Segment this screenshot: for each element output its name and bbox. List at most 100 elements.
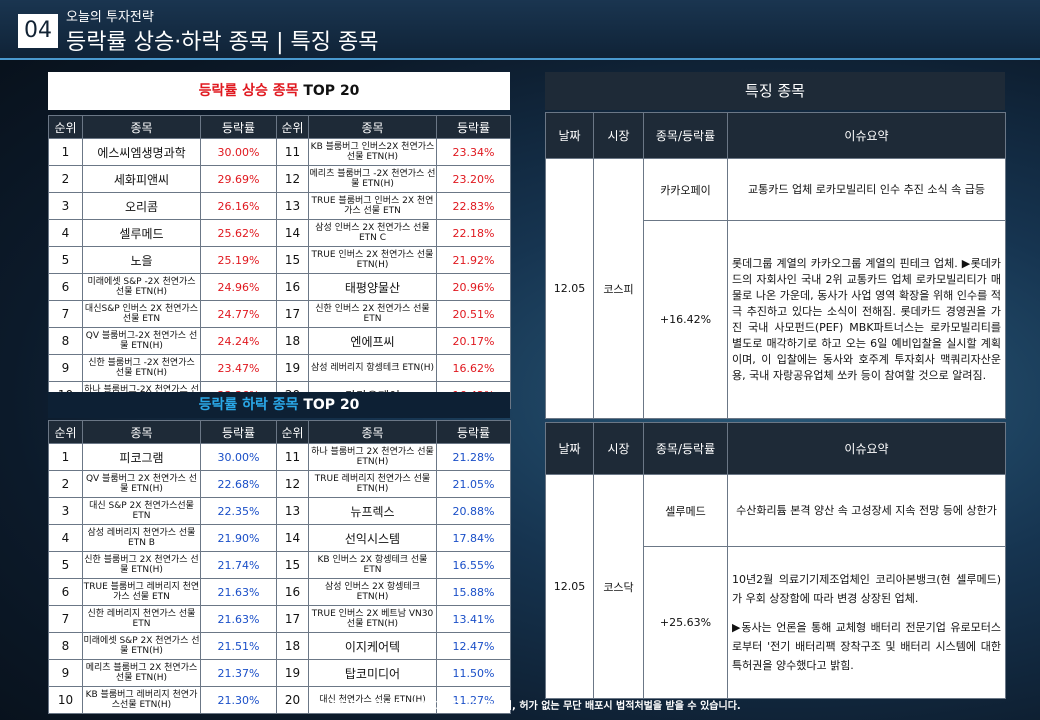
cell-stock: 삼성 인버스 2X 천연가스 선물 ETN C bbox=[308, 219, 437, 247]
cell-rate: 23.34% bbox=[436, 138, 511, 166]
table-row: 1 피코그램 30.00% 11 하나 블룸버그 2X 천연가스 선물 ETN(H) 21… bbox=[48, 443, 511, 471]
table-header-row: 순위 종목 등락률 순위 종목 등락률 bbox=[48, 420, 511, 444]
cell-rank: 14 bbox=[276, 524, 309, 552]
cell-rank: 18 bbox=[276, 327, 309, 355]
cell-rank: 8 bbox=[48, 632, 83, 660]
cell-rank: 2 bbox=[48, 470, 83, 498]
table-row: 2 QV 블룸버그 2X 천연가스 선물 ETN(H) 22.68% 12 TRUE 레… bbox=[48, 470, 511, 498]
cell-rate: 21.37% bbox=[200, 659, 277, 687]
col-stock: 종목/등락률 bbox=[643, 112, 728, 159]
table-row: 4 셀루메드 25.62% 14 삼성 인버스 2X 천연가스 선물 ETN C 22.1… bbox=[48, 219, 511, 247]
rise-title-main: 등락률 상승 종목 bbox=[198, 83, 299, 99]
rise-table-title: 등락률 상승 종목 TOP 20 bbox=[48, 72, 510, 110]
cell-stock: TRUE 블룸버그 레버리지 천연가스 선물 ETN bbox=[82, 578, 201, 606]
cell-rank: 15 bbox=[276, 246, 309, 274]
cell-rate: 21.74% bbox=[200, 551, 277, 579]
page-subtitle: 오늘의 투자전략 bbox=[66, 10, 154, 25]
kosdaq-stock-name: 셀루메드 bbox=[643, 474, 728, 547]
cell-stock: 신한 레버리지 천연가스 선물 ETN bbox=[82, 605, 201, 633]
cell-stock: 탑코미디어 bbox=[308, 659, 437, 687]
cell-stock: QV 블룸버그 2X 천연가스 선물 ETN(H) bbox=[82, 470, 201, 498]
kosdaq-detail-1: 10년2월 의료기기제조업체인 코리아본뱅크(현 셀루메드)가 우회 상장함에 … bbox=[732, 573, 1001, 605]
fall-title-tail: TOP 20 bbox=[298, 397, 360, 413]
table-row: 6 TRUE 블룸버그 레버리지 천연가스 선물 ETN 21.63% 16 삼성 인버… bbox=[48, 578, 511, 606]
cell-rank: 4 bbox=[48, 524, 83, 552]
cell-stock: 하나 블룸버그 2X 천연가스 선물 ETN(H) bbox=[308, 443, 437, 471]
table-row: 3 대신 S&P 2X 천연가스선물 ETN 22.35% 13 뉴프렉스 20.88% bbox=[48, 497, 511, 525]
cell-rate: 21.63% bbox=[200, 605, 277, 633]
cell-stock: 에스씨엠생명과학 bbox=[82, 138, 201, 166]
kospi-feature-table: 날짜 시장 종목/등락률 이슈요약 12.05 코스피 카카오페이 교통카드 업체 로… bbox=[545, 112, 1006, 419]
cell-rank: 1 bbox=[48, 443, 83, 471]
cell-rank: 16 bbox=[276, 273, 309, 301]
cell-stock: 세화피앤씨 bbox=[82, 165, 201, 193]
cell-rate: 24.77% bbox=[200, 300, 277, 328]
cell-stock: 대신 S&P 2X 천연가스선물 ETN bbox=[82, 497, 201, 525]
table-row: 5 노을 25.19% 15 TRUE 인버스 2X 천연가스 선물 ETN(H) 21.… bbox=[48, 246, 511, 274]
kospi-rate: +16.42% bbox=[643, 220, 728, 419]
cell-stock: 피코그램 bbox=[82, 443, 201, 471]
kosdaq-detail-2: ▶동사는 언론을 통해 교체형 배터리 전문기업 유로모터스로부터 '전기 배터… bbox=[732, 621, 1001, 672]
cell-rate: 24.24% bbox=[200, 327, 277, 355]
cell-rate: 15.88% bbox=[436, 578, 511, 606]
cell-stock: 메리츠 블룸버그 2X 천연가스 선물 ETN(H) bbox=[82, 659, 201, 687]
col-header: 종목 bbox=[308, 115, 437, 139]
kosdaq-market: 코스닥 bbox=[593, 474, 644, 699]
col-summary: 이슈요약 bbox=[727, 422, 1006, 475]
col-header: 등락률 bbox=[436, 420, 511, 444]
col-date: 날짜 bbox=[545, 422, 594, 475]
table-header-row: 순위 종목 등락률 순위 종목 등락률 bbox=[48, 115, 511, 139]
kosdaq-date: 12.05 bbox=[545, 474, 594, 699]
table-row: 6 미래에셋 S&P -2X 천연가스 선물 ETN(H) 24.96% 16 태평양물… bbox=[48, 273, 511, 301]
col-date: 날짜 bbox=[545, 112, 594, 159]
cell-rank: 2 bbox=[48, 165, 83, 193]
cell-rate: 17.84% bbox=[436, 524, 511, 552]
table-row: 2 세화피앤씨 29.69% 12 메리츠 블룸버그 -2X 천연가스 선물 ETN(H… bbox=[48, 165, 511, 193]
col-stock: 종목/등락률 bbox=[643, 422, 728, 475]
cell-stock: 삼성 레버리지 천연가스 선물 ETN B bbox=[82, 524, 201, 552]
kospi-market: 코스피 bbox=[593, 158, 644, 419]
cell-rank: 8 bbox=[48, 327, 83, 355]
header-bar: 04 오늘의 투자전략 등락률 상승·하락 종목 | 특징 종목 bbox=[0, 0, 1040, 60]
table-row: 7 대신S&P 인버스 2X 천연가스 선물 ETN 24.77% 17 신한 인버스 … bbox=[48, 300, 511, 328]
cell-rank: 7 bbox=[48, 300, 83, 328]
kospi-detail: 롯데그룹 계열의 카카오그룹 계열의 핀테크 업체. ▶롯데카드의 자회사인 국… bbox=[727, 220, 1006, 419]
table-row: 8 미래에셋 S&P 2X 천연가스 선물 ETN(H) 21.51% 18 이지케어텍… bbox=[48, 632, 511, 660]
cell-rank: 11 bbox=[276, 138, 309, 166]
cell-stock: 선익시스템 bbox=[308, 524, 437, 552]
cell-rate: 22.83% bbox=[436, 192, 511, 220]
kosdaq-summary: 수산화리튬 본격 양산 속 고성장세 지속 전망 등에 상한가 bbox=[727, 474, 1006, 547]
kospi-stock-name: 카카오페이 bbox=[643, 158, 728, 221]
kosdaq-detail: 10년2월 의료기기제조업체인 코리아본뱅크(현 셀루메드)가 우회 상장함에 … bbox=[727, 546, 1006, 699]
cell-stock: TRUE 인버스 2X 천연가스 선물 ETN(H) bbox=[308, 246, 437, 274]
col-summary: 이슈요약 bbox=[727, 112, 1006, 159]
kospi-date: 12.05 bbox=[545, 158, 594, 419]
table-row: 7 신한 레버리지 천연가스 선물 ETN 21.63% 17 TRUE 인버스 2X … bbox=[48, 605, 511, 633]
cell-rate: 13.41% bbox=[436, 605, 511, 633]
cell-rate: 23.20% bbox=[436, 165, 511, 193]
cell-stock: 오리콤 bbox=[82, 192, 201, 220]
cell-stock: 신한 인버스 2X 천연가스 선물 ETN bbox=[308, 300, 437, 328]
cell-stock: TRUE 레버리지 천연가스 선물 ETN(H) bbox=[308, 470, 437, 498]
cell-rank: 12 bbox=[276, 165, 309, 193]
cell-rank: 13 bbox=[276, 192, 309, 220]
cell-rate: 20.96% bbox=[436, 273, 511, 301]
table-row: 3 오리콤 26.16% 13 TRUE 블룸버그 인버스 2X 천연가스 선물 ETN… bbox=[48, 192, 511, 220]
col-header: 등락률 bbox=[200, 420, 277, 444]
cell-rank: 7 bbox=[48, 605, 83, 633]
kosdaq-feature-table: 날짜 시장 종목/등락률 이슈요약 12.05 코스닥 셀루메드 수산화리튬 본격 양… bbox=[545, 422, 1006, 699]
cell-rate: 29.69% bbox=[200, 165, 277, 193]
cell-rank: 3 bbox=[48, 192, 83, 220]
col-market: 시장 bbox=[593, 422, 644, 475]
kosdaq-rate: +25.63% bbox=[643, 546, 728, 699]
col-header: 순위 bbox=[48, 420, 83, 444]
feature-title: 특징 종목 bbox=[545, 72, 1005, 110]
cell-stock: QV 블룸버그-2X 천연가스 선물 ETN(H) bbox=[82, 327, 201, 355]
cell-rate: 16.62% bbox=[436, 354, 511, 382]
cell-stock: 뉴프렉스 bbox=[308, 497, 437, 525]
cell-rank: 5 bbox=[48, 551, 83, 579]
cell-rate: 30.00% bbox=[200, 138, 277, 166]
cell-rank: 6 bbox=[48, 273, 83, 301]
cell-rate: 20.88% bbox=[436, 497, 511, 525]
cell-rate: 12.47% bbox=[436, 632, 511, 660]
